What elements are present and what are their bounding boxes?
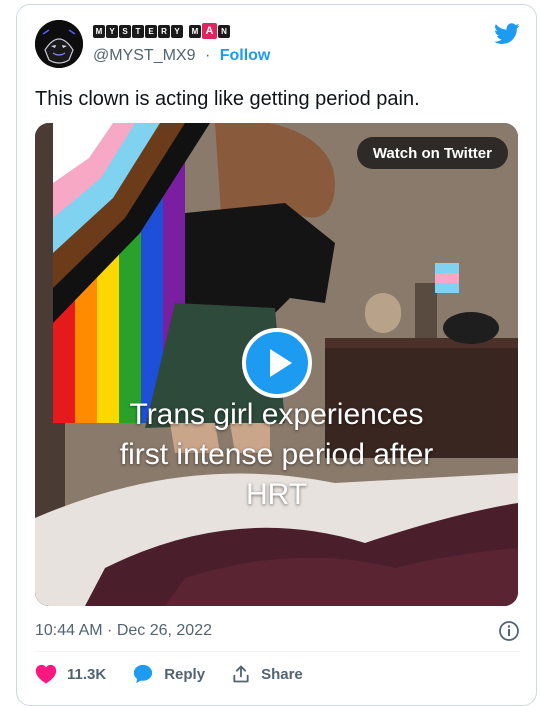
reply-bubble-icon [134,664,153,684]
twitter-bird-icon[interactable] [494,23,520,45]
name-tile: Y [171,24,183,38]
name-tile: N [218,24,230,38]
name-tile: E [145,24,157,38]
tweet-actions: 11.3K Reply Share [35,663,329,685]
author-handle[interactable]: @MYST_MX9 [93,47,195,64]
share-button[interactable]: Share [231,664,303,684]
play-icon [270,349,292,377]
reply-button[interactable]: Reply [132,663,205,685]
follow-button[interactable]: Follow [220,47,271,64]
reply-label: Reply [164,665,206,683]
heart-icon [35,664,57,684]
name-tile: T [132,24,144,38]
tweet-text: This clown is acting like getting period… [35,88,420,110]
avatar[interactable] [35,20,83,68]
name-tile: M [93,24,105,38]
play-button[interactable] [242,328,312,398]
name-tile: M [189,24,201,38]
author-handle-row: @MYST_MX9 · Follow [93,47,270,65]
video-caption-line-2: first intense period after [119,438,434,471]
info-icon[interactable] [498,620,520,642]
name-tile-accent: A [202,23,217,39]
video-caption-line-3: HRT [245,478,308,511]
video-caption-line-1: Trans girl experiences [129,398,424,431]
name-tile: R [158,24,170,38]
name-tile: Y [106,24,118,38]
avatar-mask-icon [35,20,83,68]
like-button[interactable]: 11.3K [35,664,106,684]
share-icon [233,665,249,683]
tweet-timestamp[interactable]: 10:44 AM · Dec 26, 2022 [35,622,212,640]
watch-on-twitter-button[interactable]: Watch on Twitter [356,137,508,169]
like-count: 11.3K [67,665,107,683]
share-label: Share [261,665,303,683]
name-tile: S [119,24,131,38]
video-player[interactable]: Watch on Twitter Trans girl experiences … [35,123,518,606]
separator-dot: · [204,47,211,64]
author-display-name[interactable]: M Y S T E R Y M A N [93,22,231,40]
tweet-card: M Y S T E R Y M A N @MYST_MX9 · Follow T… [16,4,537,706]
divider [35,651,520,652]
